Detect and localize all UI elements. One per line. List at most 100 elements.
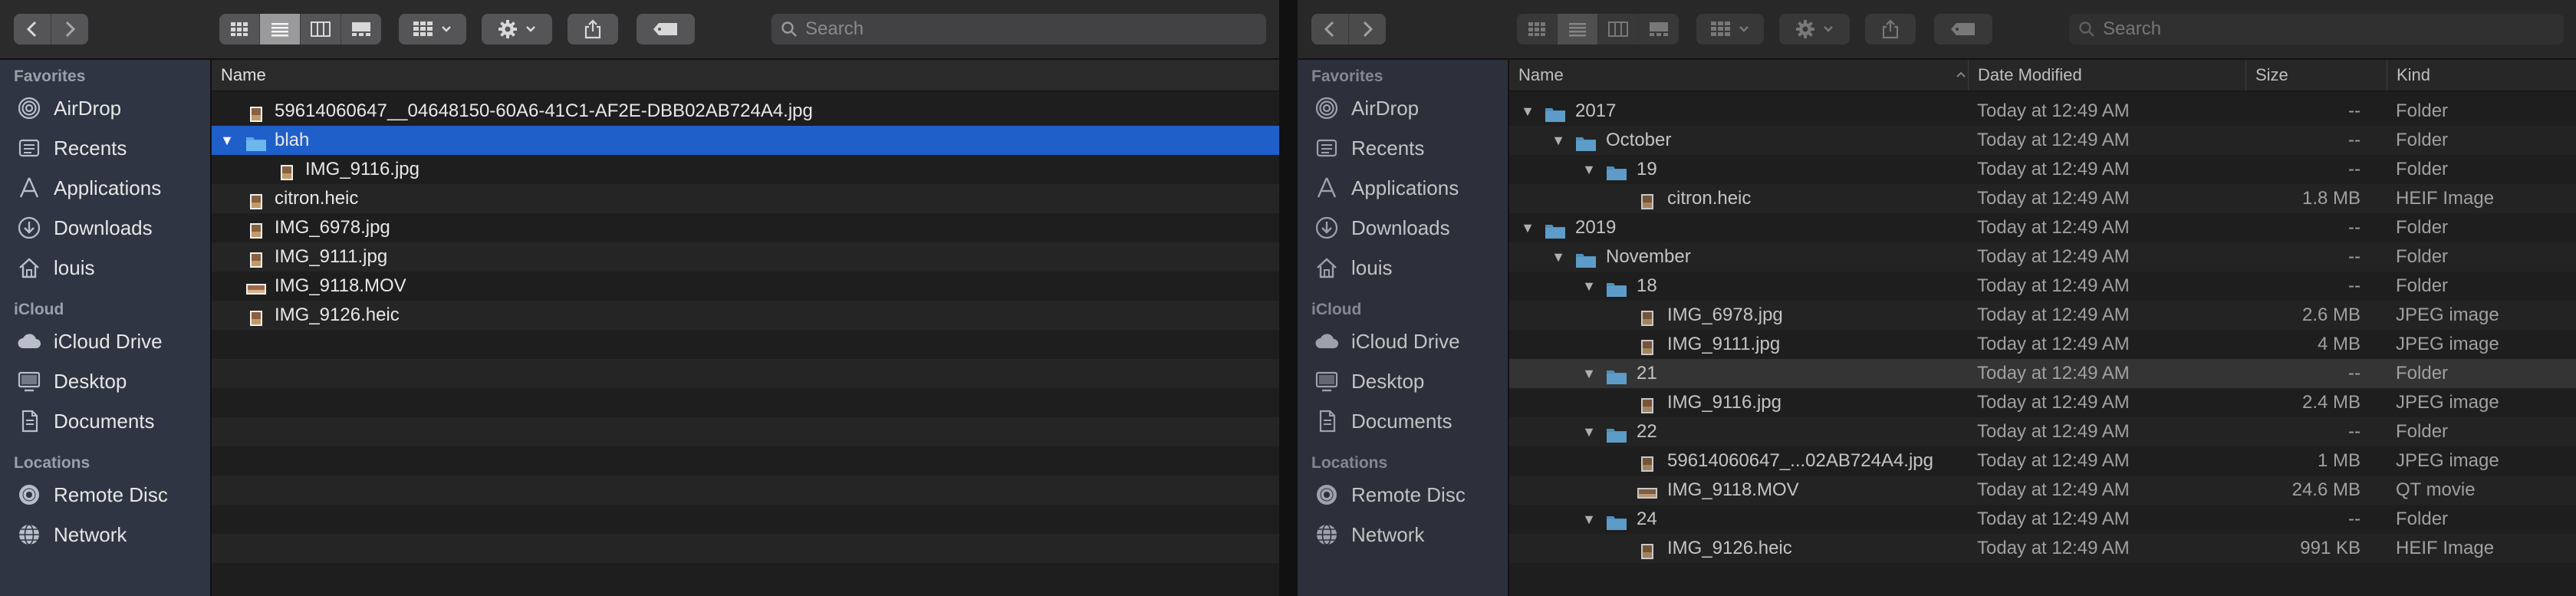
sidebar-item-remote-disc[interactable]: Remote Disc bbox=[1311, 477, 1503, 512]
search-field[interactable] bbox=[2069, 14, 2564, 44]
file-row[interactable]: IMG_9116.jpg bbox=[212, 155, 1279, 184]
sidebar-item-applications[interactable]: Applications bbox=[14, 170, 206, 206]
back-button[interactable] bbox=[1311, 14, 1349, 44]
chevron-down-icon bbox=[526, 26, 535, 32]
file-row[interactable]: 59614060647_...02AB724A4.jpg Today at 12:… bbox=[1509, 446, 2576, 476]
file-row[interactable]: ▼ 2019 Today at 12:49 AM -- Folder bbox=[1509, 213, 2576, 242]
date-modified: Today at 12:49 AM bbox=[1977, 217, 2130, 238]
disclosure-triangle-icon[interactable]: ▼ bbox=[1580, 272, 1598, 301]
column-header-size[interactable]: Size bbox=[2245, 60, 2397, 91]
sidebar-item-recents[interactable]: Recents bbox=[1311, 130, 1503, 166]
file-name: 59614060647_...02AB724A4.jpg bbox=[1667, 450, 1933, 471]
sidebar-item-downloads[interactable]: Downloads bbox=[14, 210, 206, 245]
column-view-button[interactable] bbox=[1598, 14, 1639, 44]
tags-button[interactable] bbox=[637, 14, 695, 44]
sidebar-item-desktop[interactable]: Desktop bbox=[1311, 364, 1503, 399]
file-row[interactable]: citron.heic Today at 12:49 AM 1.8 MB HEIF I… bbox=[1509, 184, 2576, 213]
file-row[interactable]: IMG_9116.jpg Today at 12:49 AM 2.4 MB JPEG … bbox=[1509, 388, 2576, 417]
file-row[interactable]: 59614060647__04648150-60A6-41C1-AF2E-DBB… bbox=[212, 97, 1279, 126]
sidebar-item-icloud-drive[interactable]: iCloud Drive bbox=[1311, 324, 1503, 359]
search-input[interactable] bbox=[2101, 18, 2550, 41]
sidebar-item-recents[interactable]: Recents bbox=[14, 130, 206, 166]
column-header-name[interactable]: Name bbox=[212, 60, 1279, 91]
disclosure-triangle-icon[interactable]: ▼ bbox=[1518, 97, 1537, 126]
share-button[interactable] bbox=[568, 14, 618, 44]
group-by-button[interactable] bbox=[1696, 14, 1764, 44]
disclosure-triangle-icon[interactable]: ▼ bbox=[1580, 155, 1598, 184]
file-row[interactable]: ▼ 22 Today at 12:49 AM -- Folder bbox=[1509, 417, 2576, 446]
file-row[interactable]: IMG_6978.jpg bbox=[212, 213, 1279, 242]
group-grid-icon bbox=[1711, 21, 1730, 36]
file-row[interactable]: ▼ 24 Today at 12:49 AM -- Folder bbox=[1509, 505, 2576, 534]
tag-icon bbox=[1951, 23, 1975, 35]
sidebar-item-airdrop[interactable]: AirDrop bbox=[1311, 91, 1503, 126]
column-view-button[interactable] bbox=[301, 14, 341, 44]
sidebar-item-airdrop[interactable]: AirDrop bbox=[14, 91, 206, 126]
gallery-view-button[interactable] bbox=[1639, 14, 1679, 44]
list-view-button[interactable] bbox=[1558, 14, 1598, 44]
file-row[interactable]: IMG_9118.MOV Today at 12:49 AM 24.6 MB QT m… bbox=[1509, 476, 2576, 505]
forward-button[interactable] bbox=[51, 14, 88, 44]
icon-view-button[interactable] bbox=[1517, 14, 1558, 44]
file-row[interactable]: ▼ blah bbox=[212, 126, 1279, 155]
action-button[interactable] bbox=[1779, 14, 1850, 44]
search-field[interactable] bbox=[771, 14, 1266, 44]
file-row[interactable]: ▼ November Today at 12:49 AM -- Folder bbox=[1509, 242, 2576, 272]
file-row[interactable]: IMG_9126.heic Today at 12:49 AM 991 KB HEIF… bbox=[1509, 534, 2576, 563]
sidebar-item-icloud-drive[interactable]: iCloud Drive bbox=[14, 324, 206, 359]
sidebar-item-louis[interactable]: louis bbox=[14, 250, 206, 285]
file-row[interactable]: ▼ 18 Today at 12:49 AM -- Folder bbox=[1509, 272, 2576, 301]
file-row[interactable]: citron.heic bbox=[212, 184, 1279, 213]
disclosure-triangle-icon[interactable]: ▼ bbox=[1549, 126, 1568, 155]
file-row[interactable]: ▼ 19 Today at 12:49 AM -- Folder bbox=[1509, 155, 2576, 184]
disclosure-triangle-icon[interactable]: ▼ bbox=[1518, 213, 1537, 242]
file-row[interactable]: ▼ 2017 Today at 12:49 AM -- Folder bbox=[1509, 97, 2576, 126]
sidebar-item-applications[interactable]: Applications bbox=[1311, 170, 1503, 206]
disclosure-triangle-icon[interactable]: ▼ bbox=[218, 126, 236, 155]
icon-view-button[interactable] bbox=[219, 14, 260, 44]
column-header-kind[interactable]: Kind bbox=[2387, 60, 2576, 91]
date-modified: Today at 12:49 AM bbox=[1977, 392, 2130, 413]
tags-button[interactable] bbox=[1934, 14, 1992, 44]
sidebar-item-network[interactable]: Network bbox=[14, 517, 206, 552]
file-size: -- bbox=[2348, 246, 2361, 267]
sidebar-item-label: iCloud Drive bbox=[1351, 329, 1460, 353]
back-button[interactable] bbox=[14, 14, 51, 44]
disclosure-triangle-icon[interactable]: ▼ bbox=[1580, 359, 1598, 388]
group-by-button[interactable] bbox=[399, 14, 466, 44]
action-button[interactable] bbox=[482, 14, 552, 44]
forward-button[interactable] bbox=[1349, 14, 1386, 44]
file-kind: Folder bbox=[2396, 363, 2449, 384]
share-button[interactable] bbox=[1865, 14, 1916, 44]
disclosure-triangle-icon[interactable]: ▼ bbox=[1580, 417, 1598, 446]
file-size: 991 KB bbox=[2300, 538, 2361, 558]
sidebar-item-network[interactable]: Network bbox=[1311, 517, 1503, 552]
file-row[interactable]: IMG_9111.jpg bbox=[212, 242, 1279, 272]
sidebar: Favorites AirDrop Recents Applications Downl… bbox=[0, 60, 212, 596]
file-name: IMG_9118.MOV bbox=[275, 275, 406, 296]
sidebar-item-documents[interactable]: Documents bbox=[14, 403, 206, 439]
file-row[interactable]: IMG_9126.heic bbox=[212, 301, 1279, 330]
sidebar-item-downloads[interactable]: Downloads bbox=[1311, 210, 1503, 245]
disclosure-triangle-icon[interactable]: ▼ bbox=[1549, 242, 1568, 272]
file-row[interactable]: ▼ October Today at 12:49 AM -- Folder bbox=[1509, 126, 2576, 155]
file-row[interactable]: ▼ 21 Today at 12:49 AM -- Folder bbox=[1509, 359, 2576, 388]
file-row[interactable]: IMG_9118.MOV bbox=[212, 272, 1279, 301]
sidebar-item-remote-disc[interactable]: Remote Disc bbox=[14, 477, 206, 512]
column-header-name[interactable]: Name bbox=[1509, 60, 1977, 91]
search-input[interactable] bbox=[804, 18, 1252, 41]
sidebar-item-label: louis bbox=[1351, 255, 1393, 279]
sidebar-item-documents[interactable]: Documents bbox=[1311, 403, 1503, 439]
column-header-date[interactable]: Date Modified bbox=[1968, 60, 2255, 91]
sidebar-item-desktop[interactable]: Desktop bbox=[14, 364, 206, 399]
file-name: 18 bbox=[1637, 275, 1657, 296]
file-row[interactable]: IMG_6978.jpg Today at 12:49 AM 2.6 MB JPEG … bbox=[1509, 301, 2576, 330]
file-row[interactable]: IMG_9111.jpg Today at 12:49 AM 4 MB JPEG im… bbox=[1509, 330, 2576, 359]
empty-row bbox=[212, 534, 1279, 563]
sidebar-item-louis[interactable]: louis bbox=[1311, 250, 1503, 285]
list-view-button[interactable] bbox=[260, 14, 301, 44]
sidebar-item-label: Remote Disc bbox=[54, 482, 168, 506]
disclosure-triangle-icon[interactable]: ▼ bbox=[1580, 505, 1598, 534]
file-kind: QT movie bbox=[2396, 479, 2476, 500]
gallery-view-button[interactable] bbox=[341, 14, 381, 44]
